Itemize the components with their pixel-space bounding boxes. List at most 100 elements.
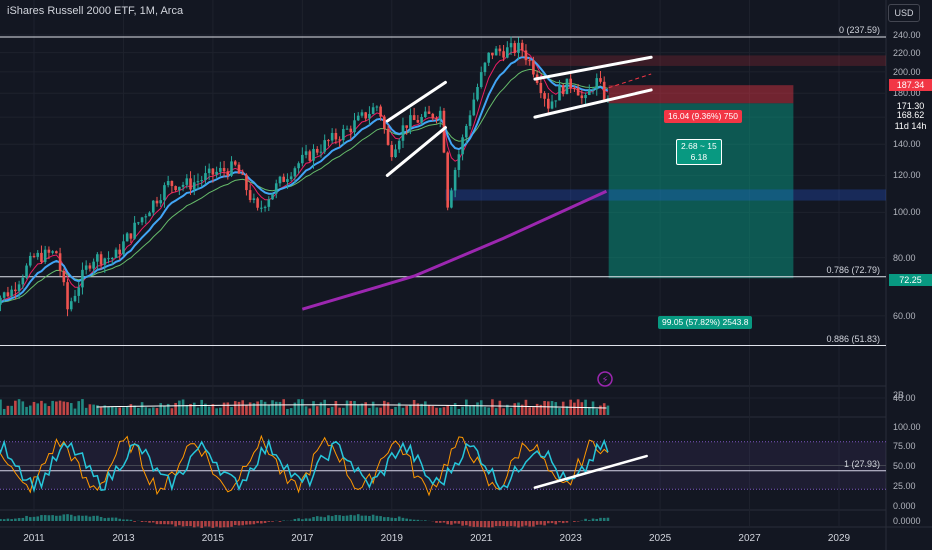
candle-body — [211, 168, 215, 175]
price-tick-label: 200.00 — [893, 66, 921, 77]
volume-bar — [122, 407, 125, 415]
macd-bar — [110, 517, 114, 521]
macd-bar — [155, 521, 159, 525]
volume-bar — [312, 401, 315, 415]
price-tag-stop: 187.34 — [889, 79, 932, 92]
candle-body — [308, 151, 312, 161]
candle-body — [51, 251, 54, 253]
macd-bar — [599, 517, 602, 521]
currency-button[interactable]: USD — [888, 4, 920, 22]
volume-bar — [263, 401, 267, 415]
macd-bar — [401, 517, 405, 521]
volume-bar — [483, 406, 487, 415]
price-tick-label: 220.00 — [893, 47, 921, 58]
volume-bar — [140, 402, 144, 415]
candle-body — [457, 154, 461, 170]
ratio-label: 2.68 ~ 15 — [681, 141, 717, 151]
candle-body — [375, 106, 379, 108]
volume-bar — [192, 402, 196, 415]
candle-body — [524, 50, 528, 61]
rsi-tick-label: 25.00 — [893, 481, 916, 491]
macd-bar — [252, 521, 256, 525]
candle-body — [293, 168, 297, 177]
candle-body — [424, 111, 427, 117]
macd-bar — [405, 518, 408, 521]
volume-bar — [465, 399, 468, 415]
macd-bar — [77, 515, 81, 521]
macd-bar — [219, 521, 222, 528]
chart-canvas[interactable]: ⚡ — [0, 0, 932, 550]
volume-bar — [334, 401, 338, 415]
macd-bar — [207, 521, 211, 527]
macd-bar — [390, 517, 394, 521]
volume-bar — [524, 399, 528, 415]
volume-bar — [6, 405, 10, 415]
volume-bar — [267, 405, 271, 415]
macd-bar — [196, 521, 200, 527]
macd-bar — [282, 520, 286, 521]
candle-body — [0, 297, 2, 305]
candle-body — [122, 241, 125, 255]
volume-bar — [528, 407, 531, 415]
macd-bar — [133, 521, 136, 522]
volume-bar — [159, 403, 163, 415]
macd-bar — [163, 521, 166, 525]
candle-body — [356, 115, 360, 121]
volume-bar — [394, 406, 397, 415]
time-tick-label: 2019 — [380, 533, 403, 544]
candle-body — [383, 116, 386, 129]
macd-bar — [43, 515, 47, 521]
volume-bar — [353, 400, 356, 415]
macd-bar — [278, 521, 282, 522]
volume-bar — [248, 402, 252, 415]
macd-bar — [524, 521, 528, 526]
volume-bar — [427, 405, 431, 415]
volume-bar — [494, 408, 498, 415]
candle-body — [547, 98, 550, 109]
candle-body — [137, 222, 140, 224]
candle-body — [43, 249, 47, 262]
volume-bar — [174, 402, 177, 415]
macd-bar — [476, 521, 479, 527]
volume-bar — [446, 405, 449, 415]
candle-body — [96, 254, 99, 262]
macd-bar — [107, 517, 110, 521]
candle-body — [252, 198, 256, 200]
candle-body — [312, 148, 315, 161]
macd-bar — [32, 516, 36, 521]
macd-bar — [96, 515, 99, 521]
volume-bar — [554, 402, 558, 415]
macd-bar — [353, 515, 356, 521]
volume-bar — [435, 407, 438, 415]
candle-body — [36, 252, 40, 257]
candle-body — [591, 89, 595, 91]
macd-bar — [334, 514, 338, 521]
volume-bar — [211, 404, 215, 415]
volume-bar — [498, 400, 502, 415]
candle-body — [345, 128, 349, 130]
macd-bar — [364, 515, 367, 521]
candle-body — [204, 173, 207, 181]
volume-bar — [315, 406, 319, 415]
volume-bar — [453, 403, 457, 415]
volume-bar — [110, 406, 114, 415]
time-tick-label: 2015 — [201, 533, 224, 544]
volume-bar — [606, 405, 610, 415]
volume-bar — [233, 401, 237, 415]
volume-bar — [304, 406, 308, 415]
volume-bar — [412, 399, 416, 415]
chart-title: iShares Russell 2000 ETF, 1M, Arca — [7, 5, 184, 17]
macd-bar — [118, 518, 122, 521]
macd-bar — [21, 517, 25, 521]
macd-bar — [535, 521, 539, 525]
macd-bar — [498, 521, 502, 527]
support-zone — [445, 189, 886, 201]
volume-bar — [2, 408, 6, 415]
volume-bar — [21, 401, 25, 415]
macd-bar — [14, 518, 17, 521]
volume-bar — [286, 408, 289, 415]
macd-bar — [565, 521, 569, 523]
volume-bar — [178, 400, 181, 415]
candle-body — [416, 119, 420, 123]
risk-reward-box[interactable]: 2.68 ~ 15 6.18 — [676, 139, 722, 165]
